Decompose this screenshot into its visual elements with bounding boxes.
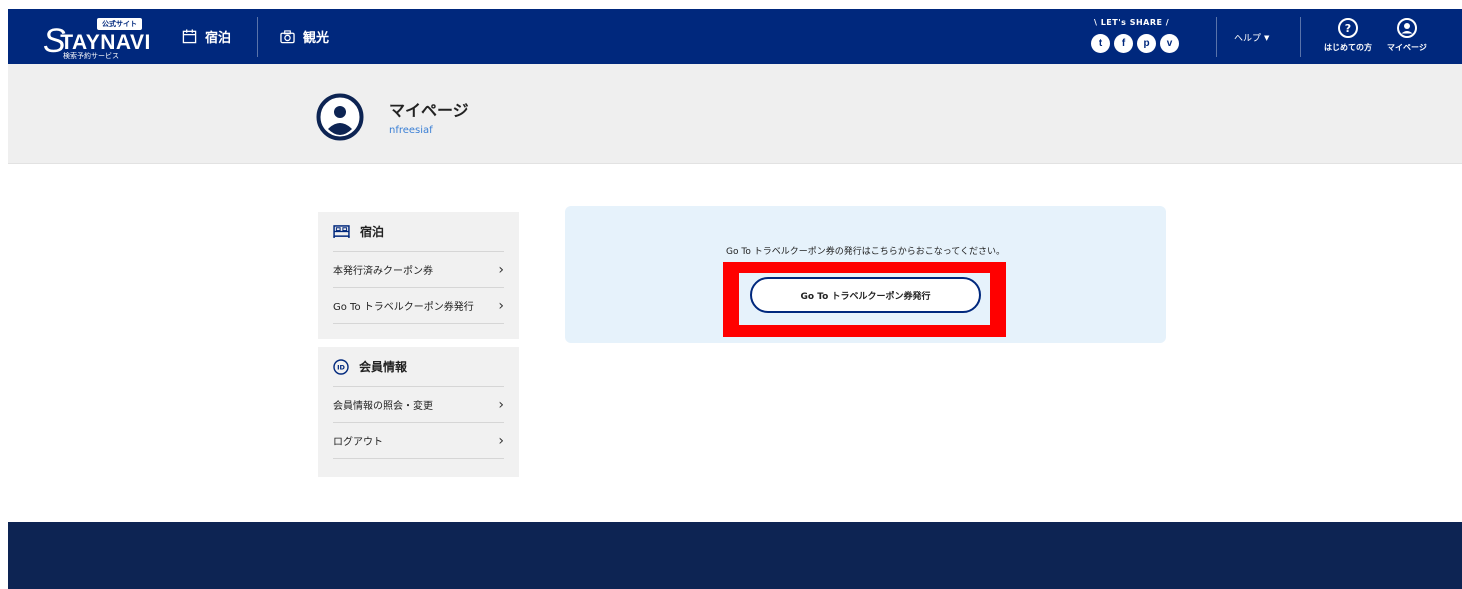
chevron-right-icon: › xyxy=(498,261,504,278)
username: nfreesiaf xyxy=(389,125,433,136)
site-footer xyxy=(8,522,1462,589)
member-icon-text: ID xyxy=(337,363,345,371)
chevron-right-icon: › xyxy=(498,432,504,449)
avatar-icon xyxy=(316,93,364,141)
logo-subtitle: 検索予約サービス xyxy=(63,52,119,60)
chevron-right-icon: › xyxy=(498,297,504,314)
facebook-icon[interactable]: f xyxy=(1114,34,1133,53)
sidebar-member-section: ID 会員情報 会員情報の照会・変更 › ログアウト › xyxy=(318,347,519,477)
bed-icon xyxy=(333,225,350,238)
help-label: ヘルプ xyxy=(1234,34,1262,44)
sidebar-item-label: Go To トラベルクーポン券発行 xyxy=(333,302,474,313)
stay-navi-logo[interactable]: STAYNAVI 公式サイト 検索予約サービス xyxy=(43,13,165,61)
calendar-icon xyxy=(182,29,197,44)
user-icon xyxy=(1396,18,1417,38)
question-icon: ? xyxy=(1338,18,1358,38)
pocket-icon[interactable]: v xyxy=(1160,34,1179,53)
header-divider xyxy=(1300,17,1301,57)
nav-divider xyxy=(257,17,258,57)
page-title: マイページ xyxy=(389,101,469,120)
page: STAYNAVI 公式サイト 検索予約サービス 宿泊 観光 \ LET's SH… xyxy=(0,0,1462,589)
sidebar-item-label: 本発行済みクーポン券 xyxy=(333,266,433,277)
sidebar-item-goto-coupon-issue[interactable]: Go To トラベルクーポン券発行 › xyxy=(333,288,504,324)
member-icon: ID xyxy=(333,358,349,375)
first-time-guide-button[interactable]: ? はじめての方 xyxy=(1324,18,1372,53)
first-time-label: はじめての方 xyxy=(1324,43,1372,52)
sidebar-heading-label: 宿泊 xyxy=(360,225,385,239)
logo-badge: 公式サイト xyxy=(97,18,142,30)
nav-sightseeing-label: 観光 xyxy=(303,31,330,46)
profile-band: マイページ nfreesiaf xyxy=(8,64,1462,164)
sidebar-item-issued-coupons[interactable]: 本発行済みクーポン券 › xyxy=(333,252,504,288)
sidebar-item-member-info-edit[interactable]: 会員情報の照会・変更 › xyxy=(333,387,504,423)
nav-lodging[interactable]: 宿泊 xyxy=(182,27,231,46)
nav-lodging-label: 宿泊 xyxy=(205,31,232,46)
coupon-instruction-text: Go To トラベルクーポン券の発行はこちらからおこなってください。 xyxy=(726,247,1005,257)
site-header: STAYNAVI 公式サイト 検索予約サービス 宿泊 観光 \ LET's SH… xyxy=(8,9,1462,64)
chevron-right-icon: › xyxy=(498,396,504,413)
caret-down-icon: ▼ xyxy=(1264,33,1270,42)
sidebar-item-label: 会員情報の照会・変更 xyxy=(333,401,433,412)
sidebar-item-logout[interactable]: ログアウト › xyxy=(333,423,504,459)
sidebar-lodging-section: 宿泊 本発行済みクーポン券 › Go To トラベルクーポン券発行 › xyxy=(318,212,519,339)
sidebar-heading-label: 会員情報 xyxy=(359,360,408,374)
sidebar-item-label: ログアウト xyxy=(333,437,383,448)
sidebar-heading-member: ID 会員情報 xyxy=(333,347,504,387)
twitter-icon[interactable]: t xyxy=(1091,34,1110,53)
nav-sightseeing[interactable]: 観光 xyxy=(280,27,329,46)
camera-icon xyxy=(280,29,295,43)
mypage-button[interactable]: マイページ xyxy=(1387,18,1427,53)
header-divider xyxy=(1216,17,1217,57)
share-icon-group: t f p v xyxy=(1091,34,1179,53)
goto-coupon-issue-button[interactable]: Go To トラベルクーポン券発行 xyxy=(750,277,981,313)
help-dropdown[interactable]: ヘルプ ▼ xyxy=(1234,31,1270,45)
share-label: \ LET's SHARE / xyxy=(1094,18,1170,27)
mypage-label: マイページ xyxy=(1387,43,1427,52)
pinterest-icon[interactable]: p xyxy=(1137,34,1156,53)
sidebar-heading-lodging: 宿泊 xyxy=(333,212,504,252)
